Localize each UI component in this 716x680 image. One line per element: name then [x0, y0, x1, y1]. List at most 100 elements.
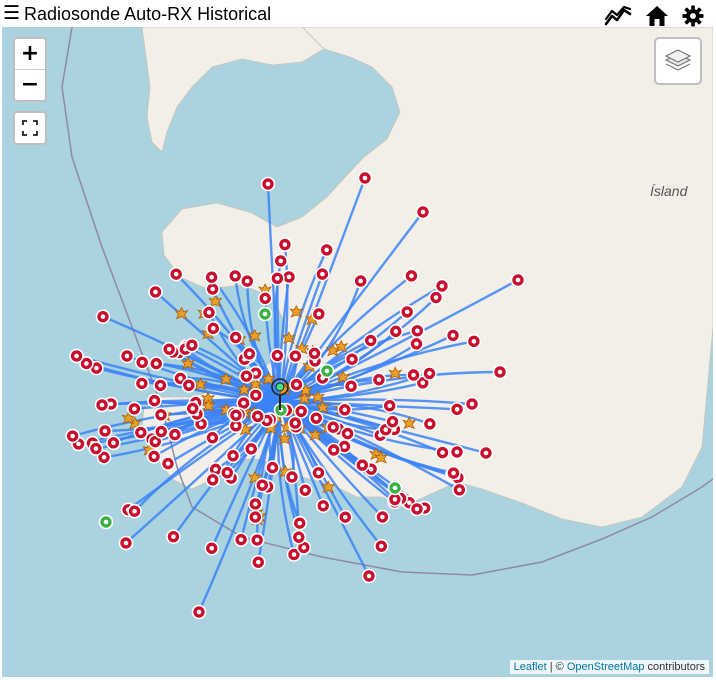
- landing-marker[interactable]: [307, 346, 322, 361]
- landing-marker[interactable]: [319, 242, 334, 258]
- landing-marker[interactable]: [340, 426, 355, 441]
- landing-marker[interactable]: [375, 509, 390, 525]
- landing-marker[interactable]: [326, 442, 342, 458]
- landing-marker[interactable]: [492, 364, 508, 380]
- landing-marker[interactable]: [399, 304, 415, 320]
- landing-marker[interactable]: [160, 456, 176, 471]
- landing-marker[interactable]: [134, 355, 150, 370]
- landing-marker[interactable]: [291, 529, 307, 545]
- landing-marker[interactable]: [466, 334, 482, 349]
- landing-marker[interactable]: [153, 424, 169, 439]
- landing-marker[interactable]: [315, 266, 330, 282]
- landing-marker[interactable]: [239, 273, 255, 289]
- leaflet-link[interactable]: Leaflet: [514, 661, 547, 673]
- landing-marker[interactable]: [204, 540, 220, 556]
- zoom-out-button[interactable]: −: [15, 70, 45, 100]
- landing-marker[interactable]: [361, 568, 377, 584]
- landing-marker[interactable]: [257, 291, 273, 306]
- landing-marker[interactable]: [308, 410, 324, 426]
- map-canvas[interactable]: [2, 27, 713, 677]
- landing-marker[interactable]: [363, 333, 379, 348]
- landing-marker[interactable]: [168, 266, 184, 282]
- landing-marker[interactable]: [205, 321, 221, 336]
- landing-marker[interactable]: [265, 460, 280, 475]
- landing-marker[interactable]: [239, 368, 254, 384]
- landing-marker[interactable]: [337, 509, 353, 525]
- landing-marker[interactable]: [161, 341, 177, 357]
- landing-marker[interactable]: [422, 416, 438, 432]
- landing-marker[interactable]: [133, 425, 149, 440]
- landing-marker[interactable]: [65, 428, 80, 444]
- landing-marker[interactable]: [388, 324, 404, 339]
- landing-marker[interactable]: [409, 336, 424, 352]
- landing-marker[interactable]: [406, 367, 421, 383]
- landing-marker[interactable]: [250, 409, 265, 424]
- landing-marker[interactable]: [205, 472, 221, 488]
- landing-marker[interactable]: [118, 535, 134, 551]
- landing-marker[interactable]: [181, 377, 197, 393]
- landing-marker[interactable]: [452, 482, 467, 498]
- landing-marker[interactable]: [242, 346, 257, 362]
- landing-marker[interactable]: [134, 376, 150, 391]
- landing-marker[interactable]: [293, 404, 309, 419]
- landing-marker[interactable]: [270, 348, 285, 363]
- landing-marker[interactable]: [153, 378, 168, 393]
- landing-marker[interactable]: [277, 237, 293, 252]
- landing-marker[interactable]: [325, 419, 341, 435]
- landing-marker[interactable]: [284, 469, 300, 485]
- landing-marker[interactable]: [153, 407, 169, 423]
- landing-marker[interactable]: [510, 272, 526, 288]
- landing-marker[interactable]: [445, 328, 461, 343]
- landing-marker[interactable]: [106, 435, 121, 451]
- landing-marker[interactable]: [355, 457, 370, 473]
- landing-marker[interactable]: [167, 427, 183, 442]
- landing-marker[interactable]: [88, 441, 104, 456]
- landing-marker[interactable]: [227, 268, 243, 284]
- landing-marker[interactable]: [248, 387, 264, 403]
- active-sonde-marker[interactable]: [257, 306, 273, 322]
- landing-marker[interactable]: [311, 465, 326, 481]
- landing-marker[interactable]: [478, 445, 494, 461]
- landing-marker[interactable]: [410, 323, 425, 339]
- landing-marker[interactable]: [191, 604, 207, 620]
- active-sonde-marker[interactable]: [98, 514, 114, 530]
- osm-link[interactable]: OpenStreetMap: [567, 661, 645, 673]
- landing-marker[interactable]: [166, 529, 181, 544]
- landing-marker[interactable]: [311, 306, 327, 322]
- landing-marker[interactable]: [119, 348, 135, 364]
- landing-marker[interactable]: [289, 377, 304, 392]
- landing-marker[interactable]: [343, 378, 359, 394]
- landing-marker[interactable]: [219, 465, 235, 481]
- landing-marker[interactable]: [148, 284, 163, 300]
- landing-marker[interactable]: [147, 393, 162, 408]
- landing-marker[interactable]: [449, 444, 465, 460]
- landing-marker[interactable]: [270, 271, 285, 286]
- map-view[interactable]: + − Ísland Leaflet | © OpenStreetMap con…: [2, 27, 713, 677]
- landing-marker[interactable]: [148, 356, 164, 371]
- landing-marker[interactable]: [243, 441, 259, 457]
- landing-marker[interactable]: [249, 532, 265, 548]
- landing-marker[interactable]: [248, 496, 263, 512]
- landing-marker[interactable]: [250, 554, 266, 570]
- landing-marker[interactable]: [371, 372, 387, 388]
- landing-marker[interactable]: [404, 268, 419, 284]
- active-sonde-marker[interactable]: [387, 480, 403, 496]
- landing-marker[interactable]: [260, 176, 276, 192]
- landing-marker[interactable]: [446, 465, 461, 481]
- landing-marker[interactable]: [146, 449, 162, 464]
- landing-marker[interactable]: [95, 309, 111, 324]
- landing-marker[interactable]: [385, 414, 400, 429]
- landing-marker[interactable]: [449, 402, 465, 417]
- landing-marker[interactable]: [204, 269, 219, 285]
- landing-marker[interactable]: [201, 305, 217, 320]
- landing-marker[interactable]: [228, 330, 243, 345]
- landing-marker[interactable]: [273, 253, 289, 269]
- landing-marker[interactable]: [69, 348, 84, 364]
- landing-marker[interactable]: [297, 482, 313, 498]
- landing-marker[interactable]: [287, 415, 303, 431]
- landing-marker[interactable]: [254, 477, 270, 493]
- landing-marker[interactable]: [225, 448, 241, 464]
- gear-icon[interactable]: [681, 5, 707, 27]
- landing-marker[interactable]: [205, 430, 220, 446]
- landing-marker[interactable]: [94, 397, 110, 413]
